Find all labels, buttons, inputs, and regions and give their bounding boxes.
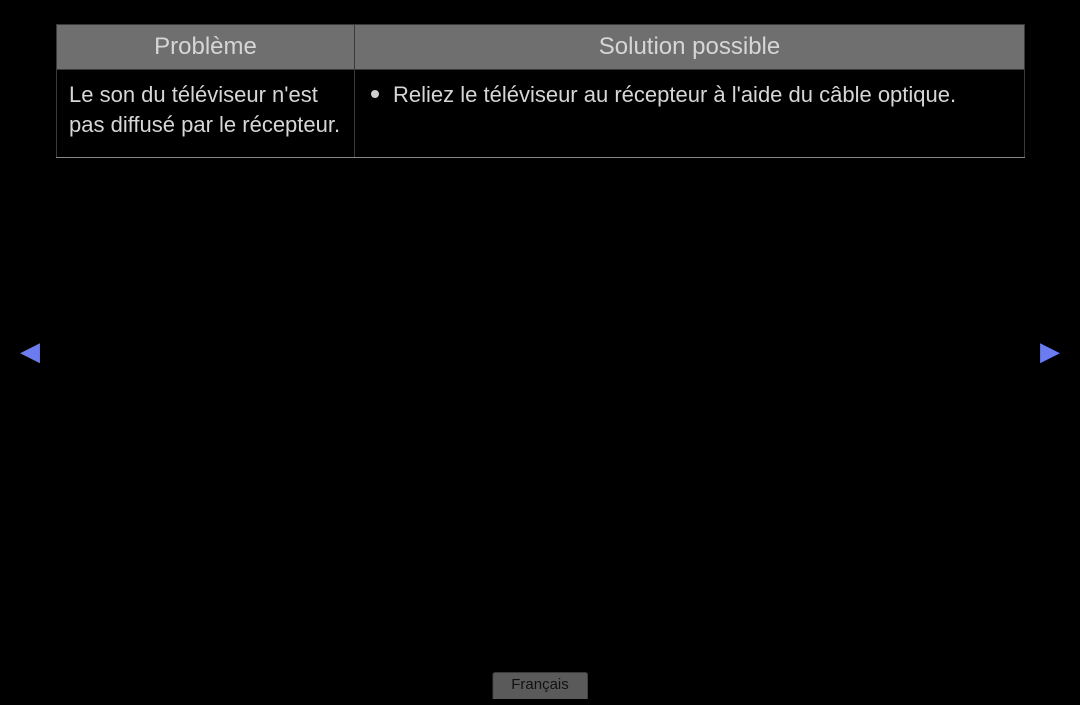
troubleshoot-table-wrap: Problème Solution possible Le son du tél… (56, 24, 1024, 158)
language-badge: Français (492, 672, 588, 699)
cell-solution: Reliez le téléviseur au récepteur à l'ai… (355, 70, 1025, 158)
table-header-row: Problème Solution possible (57, 25, 1025, 70)
next-page-arrow[interactable]: ▶ (1040, 336, 1060, 367)
bullet-icon (371, 90, 379, 98)
solution-text: Reliez le téléviseur au récepteur à l'ai… (393, 80, 1012, 110)
manual-page: Problème Solution possible Le son du tél… (0, 0, 1080, 705)
table-row: Le son du téléviseur n'est pas diffusé p… (57, 70, 1025, 158)
cell-problem: Le son du téléviseur n'est pas diffusé p… (57, 70, 355, 158)
solution-bullet: Reliez le téléviseur au récepteur à l'ai… (367, 80, 1012, 110)
prev-page-arrow[interactable]: ◀ (20, 336, 40, 367)
col-header-problem: Problème (57, 25, 355, 70)
troubleshoot-table: Problème Solution possible Le son du tél… (56, 24, 1025, 158)
col-header-solution: Solution possible (355, 25, 1025, 70)
